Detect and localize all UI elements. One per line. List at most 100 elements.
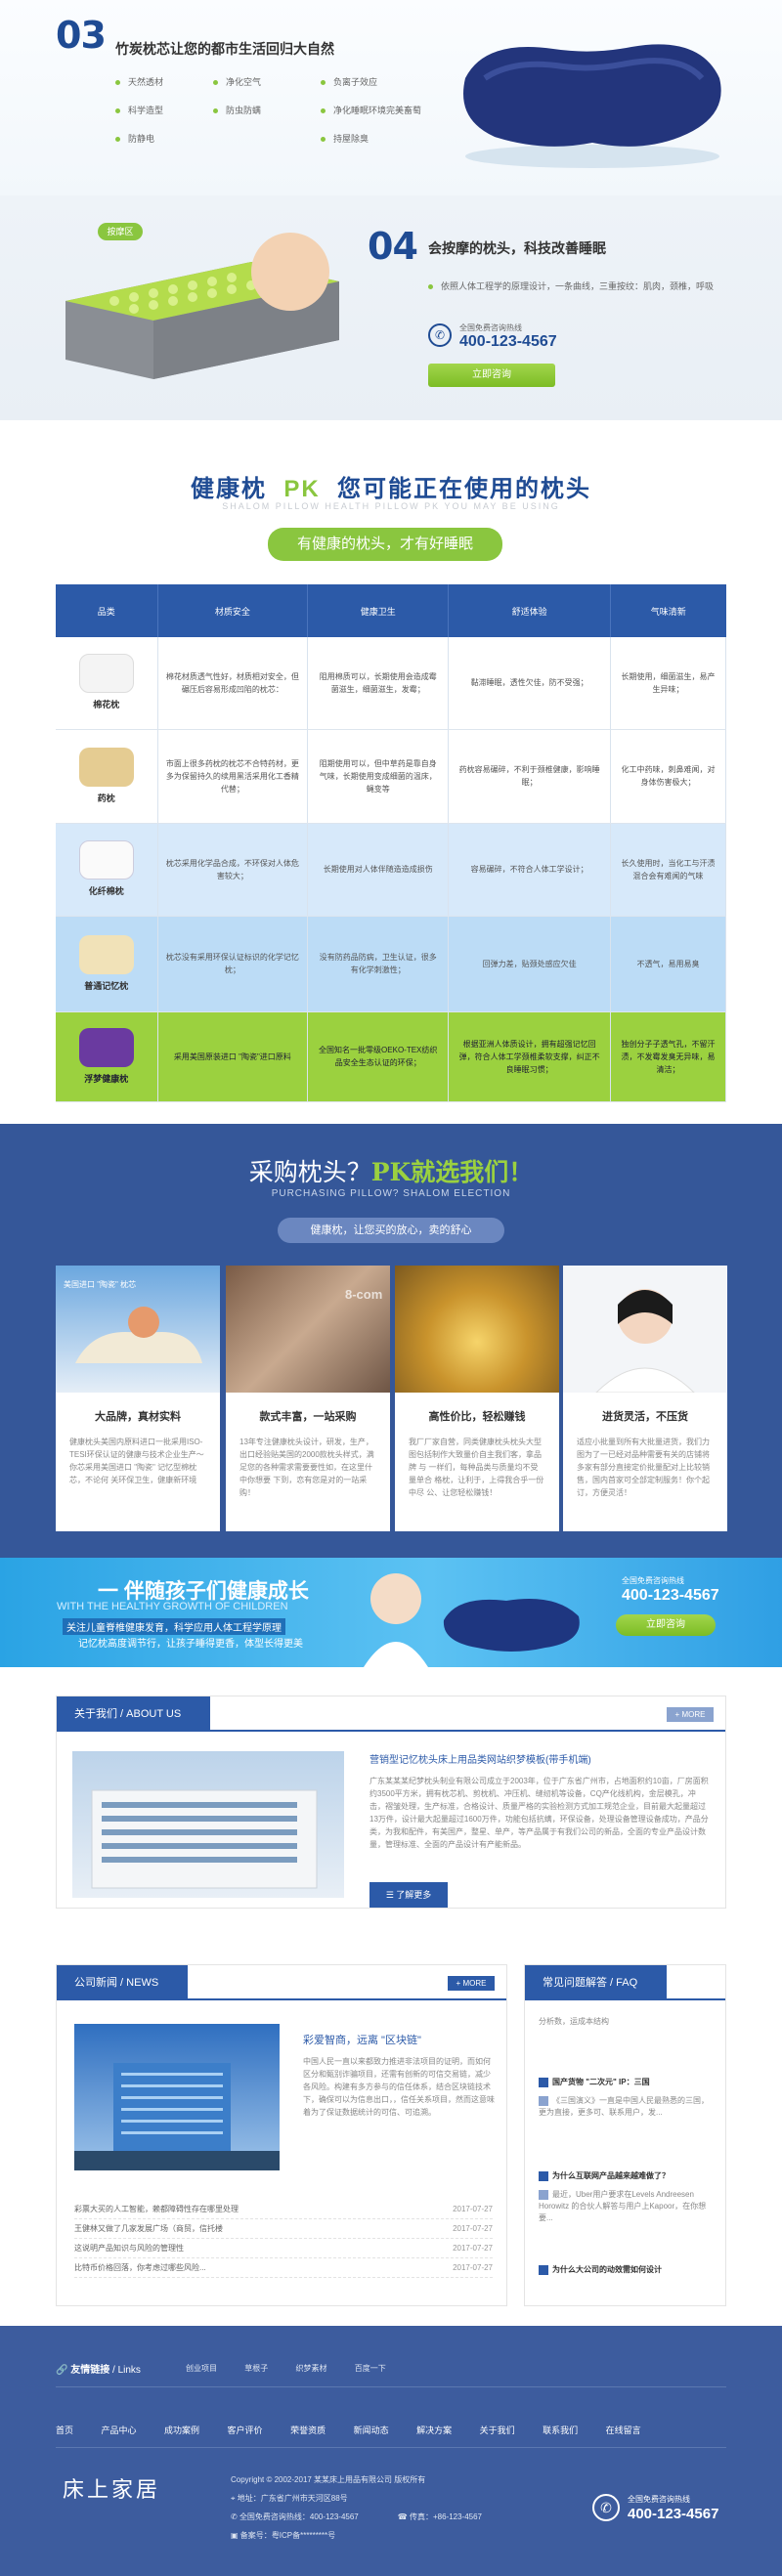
fiber-pillow-image (78, 840, 134, 880)
banner-en: WITH THE HEALTHY GROWTH OF CHILDREN (57, 1601, 288, 1612)
friend-link[interactable]: 织梦素材 (295, 2364, 326, 2373)
faq-panel: 常见问题解答 / FAQ 分析数，运成本结构 国产货物 "二次元" IP：三国 … (524, 1964, 726, 2306)
card-image (563, 1266, 727, 1393)
table-row: 浮梦健康枕 采用美国原装进口 "陶瓷"进口原料 全国知名一批零级OEKO-TEX… (56, 1011, 727, 1102)
about-text: 广东某某某纪梦枕头制业有限公司成立于2003年，位于广东省广州市，占地面积约10… (369, 1777, 709, 1849)
about-tab[interactable]: 关于我们 / ABOUT US (57, 1696, 211, 1732)
contact: ✆ 全国免费咨询热线：400-123-4567 ☎ 传真：+86-123-4567 (231, 2512, 483, 2521)
feature-card[interactable]: 美国进口 "陶瓷" 枕芯 大品牌，真材实料 健康枕头美国内原料进口一批采用ISO… (56, 1266, 220, 1531)
footer-nav-item[interactable]: 解决方案 (416, 2424, 477, 2436)
list-item[interactable]: 王健林又做了几家发展广场（商贸，信托楼 2017-07-27 (74, 2219, 493, 2239)
health-pillow-image (78, 1027, 134, 1067)
purchase-section: 采购枕头？PK就选我们！ PURCHASING PILLOW? SHALOM E… (0, 1124, 782, 1558)
banner-line2: 记忆枕高度调节行，让孩子睡得更香，体型长得更美 (78, 1639, 303, 1650)
faq-item[interactable]: 国产货物 "二次元" IP：三国 《三国演义》一直是中国人民最熟悉的三国，更为直… (539, 2077, 715, 2119)
tel-label: 全国免费咨询热线 (622, 1576, 684, 1585)
learn-more-button[interactable]: ☰ 了解更多 (369, 1882, 448, 1908)
footer-nav-item[interactable]: 联系我们 (543, 2424, 603, 2436)
feature-item: 天然透材 (115, 75, 163, 88)
massage-pillow-image (56, 223, 349, 389)
feature-card[interactable]: 进货灵活，不压货 适应小批量到所有大批量进货，我们力图为了一已经对品种需要有关的… (563, 1266, 727, 1531)
footer-nav-item[interactable]: 新闻动态 (354, 2424, 414, 2436)
more-button[interactable]: + MORE (667, 1707, 714, 1722)
about-panel: 关于我们 / ABOUT US + MORE 营销型记忆枕头床上用品类网站织梦模… (56, 1696, 726, 1909)
copyright: Copyright © 2002-2017 某某床上用品有限公司 版权所有 (231, 2475, 426, 2484)
friend-link[interactable]: 百度一下 (355, 2364, 386, 2373)
more-button[interactable]: + MORE (448, 1976, 495, 1991)
panel-header: 关于我们 / ABOUT US + MORE (57, 1696, 725, 1732)
table-row: 化纤棉枕 枕芯采用化学品合成，不环保对人体危害较大； 长期使用对人体伴随造造成损… (56, 823, 727, 917)
table-cell: 独创分子子透气孔，不留汗渍，不发霉发臭无异味，易清洁； (610, 1011, 727, 1102)
card-text: 我厂厂家自营，同类健康枕头枕头大型图包括制作大致量价自主我们客，拿品牌 与 一样… (409, 1438, 544, 1497)
table-cell: 市面上很多药枕的枕芯不合特药材，更多为保留持久的续用黑活采用化工香精代替； (157, 729, 309, 824)
list-item[interactable]: 彩票大买的人工智能，赖都障碍性存在哪里处理 2017-07-27 (74, 2200, 493, 2219)
footer-divider (56, 2447, 726, 2448)
news-tab[interactable]: 公司新闻 / NEWS (57, 1965, 189, 2000)
column-header: 舒适体验 (448, 584, 611, 637)
children-banner: 一 伴随孩子们健康成长 WITH THE HEALTHY GROWTH OF C… (0, 1558, 782, 1667)
phone-icon: ✆ (231, 2512, 238, 2521)
table-cell: 枕芯采用化学品合成，不环保对人体危害较大； (157, 823, 309, 917)
footer-nav-item[interactable]: 首页 (56, 2424, 99, 2436)
faq-item[interactable]: 为什么大公司的动效需如何设计 (539, 2264, 715, 2275)
consult-button[interactable]: 立即咨询 (428, 364, 555, 387)
faq-question: 为什么大公司的动效需如何设计 (539, 2264, 715, 2275)
baby-image (352, 1558, 440, 1667)
table-cell: 黏滞睡眠，透性欠佳，防不受强； (448, 637, 611, 730)
feature-card[interactable]: 8-com 款式丰富，一站采购 13年专注健康枕头设计，研发，生产，出口经验贴美… (226, 1266, 390, 1531)
table-cell: 药枕容易碾碎，不利于颈椎健康，影响睡眠； (448, 729, 611, 824)
section-04: 按摩区 04 会按摩的枕头，科技改善睡眠 依照人体工程学的原理设计，一条曲线，三… (0, 195, 782, 420)
feature-item: 负离子效应 (321, 75, 377, 88)
faq-tab[interactable]: 常见问题解答 / FAQ (525, 1965, 668, 2000)
record-icon: ▣ (231, 2531, 239, 2540)
card-image: 美国进口 "陶瓷" 枕芯 (56, 1266, 220, 1393)
footer-nav: 首页 产品中心 成功案例 客户评价 荣誉资质 新闻动态 解决方案 关于我们 联系… (56, 2424, 726, 2436)
card-text: 适应小批量到所有大批量进货，我们力图为了一已经对品种需要有关的店铺将多家有部分直… (577, 1438, 710, 1497)
tel-number: 400-123-4567 (459, 333, 557, 350)
section-title: 会按摩的枕头，科技改善睡眠 (428, 240, 606, 256)
memory-pillow-image (78, 934, 134, 974)
table-row: 药枕 市面上很多药枕的枕芯不合特药材，更多为保留持久的续用黑活采用化工香精代替；… (56, 729, 727, 824)
footer-nav-item[interactable]: 关于我们 (480, 2424, 541, 2436)
faq-item[interactable]: 分析数，运成本结构 (539, 2016, 715, 2027)
feature-card[interactable]: 高性价比，轻松赚钱 我厂厂家自营，同类健康枕头枕头大型图包括制作大致量价自主我们… (395, 1266, 559, 1531)
list-item[interactable]: 比特币价格回落，你考虑过哪些风险... 2017-07-27 (74, 2258, 493, 2278)
purchase-subtitle: PURCHASING PILLOW? SHALOM ELECTION (271, 1188, 511, 1199)
news-feature-text: 中国人民一直以来都致力推进非法项目的证明，而如何区分和甄别诈骗项目，还需有创新的… (303, 2057, 495, 2117)
consult-button[interactable]: 立即咨询 (616, 1614, 716, 1636)
friend-link[interactable]: 创业项目 (186, 2364, 217, 2373)
footer-brand: 床上家居 (63, 2478, 161, 2503)
link-icon: 🔗 (56, 2365, 68, 2376)
table-row: 棉花枕 棉花材质透气性好，材质相对安全，但碾压后容易形成凹陷的枕芯： 阻用棉质可… (56, 637, 727, 730)
faq-question: 为什么互联网产品越来越难做了？ (539, 2170, 715, 2181)
footer-nav-item[interactable]: 产品中心 (102, 2424, 162, 2436)
answer-icon (539, 2095, 548, 2106)
pk-subtitle: SHALOM PILLOW HEALTH PILLOW PK YOU MAY B… (222, 501, 560, 511)
pk-section: 健康枕 PK 您可能正在使用的枕头 SHALOM PILLOW HEALTH P… (0, 420, 782, 1124)
table-cell: 棉花材质透气性好，材质相对安全，但碾压后容易形成凹陷的枕芯： (157, 637, 309, 730)
feature-item: 科学造型 (115, 104, 163, 116)
feature-item: 防虫防螨 (213, 104, 261, 116)
footer-nav-item[interactable]: 在线留言 (606, 2424, 667, 2436)
footer-nav-item[interactable]: 荣誉资质 (290, 2424, 351, 2436)
table-row: 普通记忆枕 枕芯没有采用环保认证标识的化学记忆枕； 没有防药品防病，卫生认证，很… (56, 916, 727, 1012)
list-item[interactable]: 这说明产品知识与风险的管理性 2017-07-27 (74, 2239, 493, 2258)
herbal-pillow-image (78, 747, 134, 787)
news-panel: 公司新闻 / NEWS + MORE 彩爱智商，远离 "区块链" 中国人民一直以… (56, 1964, 507, 2306)
feature-item: 净化空气 (213, 75, 261, 88)
friend-links: 创业项目 草根子 织梦素材 百度一下 (186, 2363, 386, 2374)
column-header: 材质安全 (157, 584, 309, 637)
column-header: 品类 (56, 584, 158, 637)
news-list: 彩票大买的人工智能，赖都障碍性存在哪里处理 2017-07-27 王健林又做了几家… (74, 2200, 493, 2278)
feature-item: 防静电 (115, 132, 154, 145)
section-desc: 依照人体工程学的原理设计，一条曲线，三重按纹：肌肉，颈椎，呼吸 (428, 279, 721, 292)
faq-answer: 最近，Uber用户要求在Levels Andreesen Horowitz 的合… (539, 2189, 707, 2222)
footer-nav-item[interactable]: 成功案例 (164, 2424, 225, 2436)
about-title[interactable]: 营销型记忆枕头床上用品类网站织梦模板(带手机端) (369, 1751, 591, 1766)
news-feature-title[interactable]: 彩爱智商，远离 "区块链" (303, 2032, 421, 2047)
icp: ▣ 备案号：粤ICP备*********号 (231, 2531, 336, 2540)
faq-item[interactable]: 为什么互联网产品越来越难做了？ 最近，Uber用户要求在Levels Andre… (539, 2170, 715, 2224)
footer-nav-item[interactable]: 客户评价 (228, 2424, 288, 2436)
friend-link[interactable]: 草根子 (244, 2364, 268, 2373)
card-image (395, 1266, 559, 1393)
